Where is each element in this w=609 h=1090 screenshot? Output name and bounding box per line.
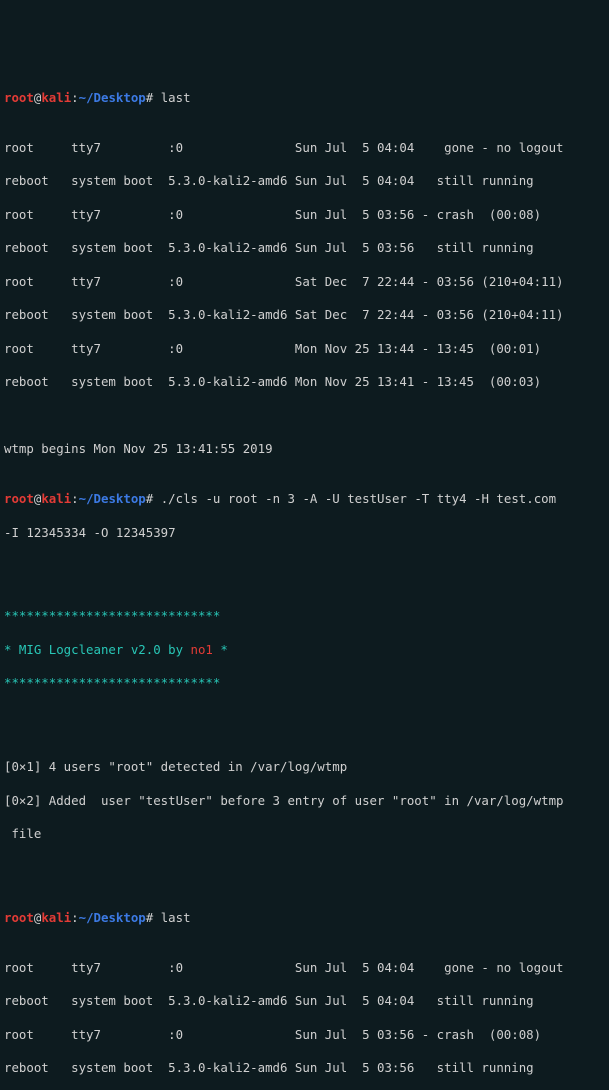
prompt-space [153,910,160,925]
command-last-2: last [161,910,191,925]
prompt-line-3[interactable]: root@kali:~/Desktop# last [4,910,605,927]
prompt-host: kali [41,910,71,925]
wtmp-begins-1: wtmp begins Mon Nov 25 13:41:55 2019 [4,441,605,458]
cls-msg-added: [0×2] Added user "testUser" before 3 ent… [4,793,605,810]
command-cls-line1: ./cls -u root -n 3 -A -U testUser -T tty… [161,491,556,506]
blank-line [4,558,605,575]
banner-stars-bottom: ***************************** [4,675,605,692]
last-output-row: root tty7 :0 Sun Jul 5 04:04 gone - no l… [4,140,605,157]
command-last-1: last [161,90,191,105]
last-output-row: reboot system boot 5.3.0-kali2-amd6 Sun … [4,1060,605,1077]
last-output-row: root tty7 :0 Sun Jul 5 03:56 - crash (00… [4,207,605,224]
prompt-space [153,491,160,506]
prompt-path: ~/Desktop [79,910,146,925]
last-output-row: reboot system boot 5.3.0-kali2-amd6 Mon … [4,374,605,391]
last-output-row: reboot system boot 5.3.0-kali2-amd6 Sun … [4,993,605,1010]
last-output-row: root tty7 :0 Sun Jul 5 03:56 - crash (00… [4,1027,605,1044]
prompt-user: root [4,910,34,925]
prompt-user: root [4,90,34,105]
blank-line [4,709,605,726]
command-cls-line2: -I 12345334 -O 12345397 [4,525,605,542]
prompt-colon: : [71,491,78,506]
last-output-row: reboot system boot 5.3.0-kali2-amd6 Sun … [4,240,605,257]
banner-text-post: * [213,642,228,657]
banner-author: no1 [191,642,213,657]
last-output-row: reboot system boot 5.3.0-kali2-amd6 Sat … [4,307,605,324]
last-output-row: root tty7 :0 Sat Dec 7 22:44 - 03:56 (21… [4,274,605,291]
prompt-at: @ [34,910,41,925]
prompt-line-2[interactable]: root@kali:~/Desktop# ./cls -u root -n 3 … [4,491,605,508]
prompt-path: ~/Desktop [79,491,146,506]
cls-msg-added-cont: file [4,826,605,843]
prompt-hash: # [146,910,153,925]
prompt-user: root [4,491,34,506]
last-output-row: reboot system boot 5.3.0-kali2-amd6 Sun … [4,173,605,190]
blank-line [4,408,605,425]
banner-text-pre: * MIG Logcleaner v2.0 by [4,642,191,657]
banner-title: * MIG Logcleaner v2.0 by no1 * [4,642,605,659]
prompt-space [153,90,160,105]
prompt-path: ~/Desktop [79,90,146,105]
prompt-host: kali [41,491,71,506]
prompt-host: kali [41,90,71,105]
prompt-line-1[interactable]: root@kali:~/Desktop# last [4,90,605,107]
prompt-colon: : [71,90,78,105]
prompt-colon: : [71,910,78,925]
blank-line [4,859,605,876]
last-output-row: root tty7 :0 Sun Jul 5 04:04 gone - no l… [4,960,605,977]
last-output-row: root tty7 :0 Mon Nov 25 13:44 - 13:45 (0… [4,341,605,358]
banner-stars-top: ***************************** [4,608,605,625]
cls-msg-detected: [0×1] 4 users "root" detected in /var/lo… [4,759,605,776]
